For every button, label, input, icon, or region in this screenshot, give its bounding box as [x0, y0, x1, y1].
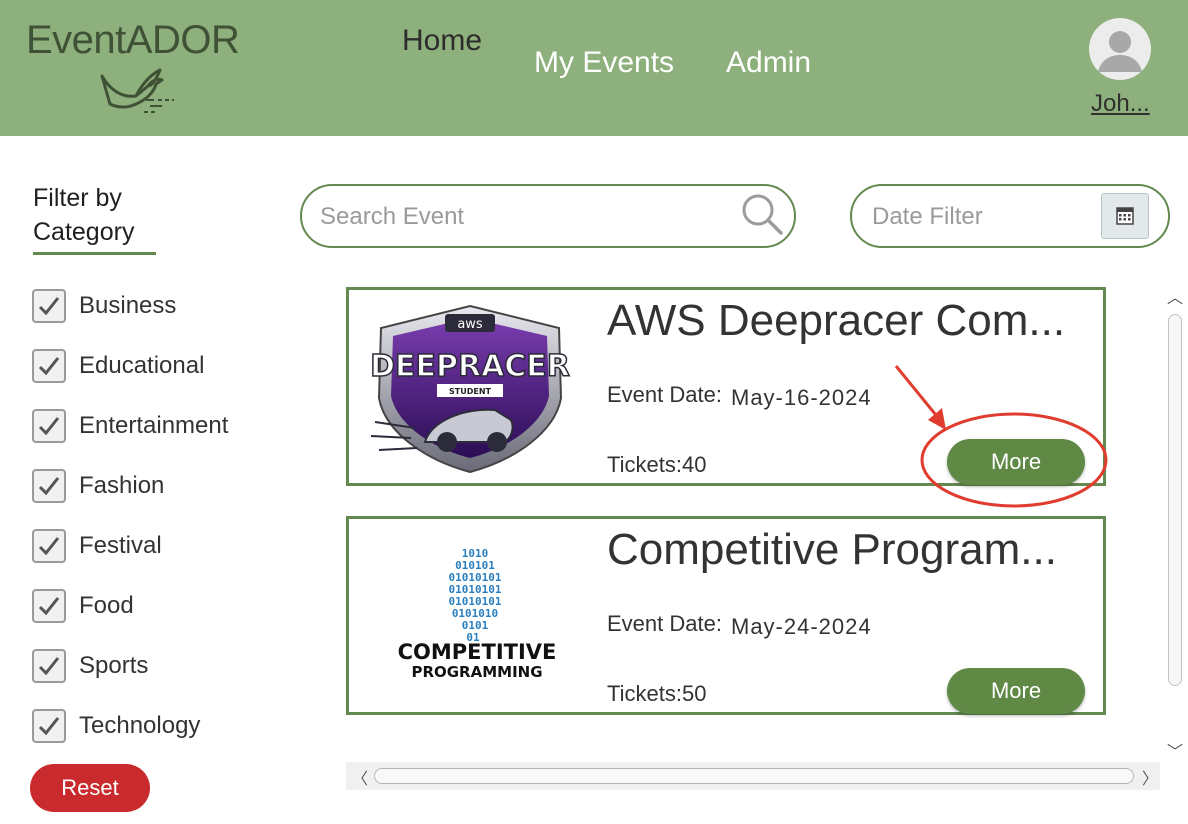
- category-label: Fashion: [79, 472, 165, 499]
- user-avatar-icon[interactable]: [1089, 18, 1151, 80]
- event-date-value: May-16-2024: [731, 385, 872, 410]
- logo-main-text: DEEPRACER: [370, 349, 570, 384]
- checkbox-fashion[interactable]: [32, 469, 66, 503]
- scroll-left-arrow-icon[interactable]: 〈: [352, 765, 368, 789]
- checkbox-entertainment[interactable]: [32, 409, 66, 443]
- calendar-icon: [1116, 207, 1134, 225]
- filter-by-category-heading: Filter by Category: [33, 181, 134, 249]
- date-filter-input[interactable]: [872, 198, 1097, 236]
- checkmark-icon: [38, 537, 60, 556]
- event-title: Competitive Program...: [607, 525, 1057, 574]
- checkbox-educational[interactable]: [32, 349, 66, 383]
- more-button[interactable]: More: [947, 439, 1085, 485]
- nav-my-events[interactable]: My Events: [534, 46, 674, 80]
- tickets-value: 50: [681, 681, 707, 706]
- logo-line2: PROGRAMMING: [411, 663, 542, 681]
- event-title: AWS Deepracer Com...: [607, 296, 1066, 345]
- checkmark-icon: [38, 717, 60, 736]
- event-card: 1010 010101 01010101 01010101 01010101 0…: [346, 516, 1106, 715]
- search-input[interactable]: [320, 198, 730, 236]
- user-name-link[interactable]: Joh...: [1091, 90, 1150, 118]
- horizontal-scrollbar[interactable]: 〈 〉: [346, 762, 1160, 790]
- checkmark-icon: [38, 597, 60, 616]
- search-icon[interactable]: [740, 192, 784, 236]
- checkmark-icon: [38, 657, 60, 676]
- event-date-value: May-24-2024: [731, 614, 872, 639]
- category-label: Festival: [79, 532, 162, 559]
- event-tickets: Tickets:40: [607, 452, 706, 478]
- nav-home[interactable]: Home: [402, 24, 482, 58]
- logo-line1: COMPETITIVE: [398, 640, 557, 664]
- logo-aws-text: aws: [457, 317, 483, 332]
- search-box: [300, 184, 796, 248]
- horizontal-scroll-thumb[interactable]: [374, 768, 1134, 784]
- category-fashion[interactable]: Fashion: [32, 468, 164, 504]
- scroll-up-arrow-icon[interactable]: ︿: [1167, 284, 1183, 308]
- category-label: Business: [79, 292, 177, 319]
- checkbox-sports[interactable]: [32, 649, 66, 683]
- filter-title-line1: Filter by: [33, 184, 122, 212]
- dove-logo-icon: [100, 68, 174, 113]
- event-date-label: Event Date:: [607, 611, 722, 636]
- person-icon: [1098, 31, 1142, 72]
- category-business[interactable]: Business: [32, 288, 176, 324]
- reset-button[interactable]: Reset: [30, 764, 150, 812]
- calendar-button[interactable]: [1101, 193, 1149, 239]
- category-food[interactable]: Food: [32, 588, 134, 624]
- category-label: Food: [79, 592, 134, 619]
- deepracer-logo: aws DEEPRACER STUDENT: [365, 302, 575, 474]
- category-sports[interactable]: Sports: [32, 648, 148, 684]
- tickets-label: Tickets:: [607, 452, 682, 477]
- category-label: Technology: [79, 712, 201, 739]
- tickets-value: 40: [681, 452, 707, 477]
- nav-admin[interactable]: Admin: [726, 46, 811, 80]
- checkmark-icon: [38, 417, 60, 436]
- scroll-down-arrow-icon[interactable]: ﹀: [1167, 738, 1183, 762]
- category-festival[interactable]: Festival: [32, 528, 162, 564]
- checkmark-icon: [38, 477, 60, 496]
- category-label: Entertainment: [79, 412, 229, 439]
- deepracer-shield-image: aws DEEPRACER STUDENT: [369, 304, 571, 474]
- event-date-label: Event Date:: [607, 382, 722, 407]
- event-card: aws DEEPRACER STUDENT AWS Deepracer Com.…: [346, 287, 1106, 486]
- category-label: Educational: [79, 352, 205, 379]
- brand-name: EventADOR: [26, 18, 240, 62]
- category-technology[interactable]: Technology: [32, 708, 200, 744]
- checkbox-technology[interactable]: [32, 709, 66, 743]
- checkbox-festival[interactable]: [32, 529, 66, 563]
- checkmark-icon: [38, 357, 60, 376]
- app-header: EventADOR Home My Events Admin Joh...: [0, 0, 1188, 136]
- tickets-label: Tickets:: [607, 681, 682, 706]
- logo-sub-text: STUDENT: [449, 387, 492, 396]
- event-tickets: Tickets:50: [607, 681, 706, 707]
- more-button[interactable]: More: [947, 668, 1085, 714]
- category-entertainment[interactable]: Entertainment: [32, 408, 228, 444]
- filter-heading-underline: [33, 252, 156, 255]
- category-educational[interactable]: Educational: [32, 348, 204, 384]
- checkbox-food[interactable]: [32, 589, 66, 623]
- vertical-scrollbar[interactable]: ︿ ﹀: [1163, 284, 1188, 762]
- competitive-programming-image: 1010 010101 01010101 01010101 01010101 0…: [398, 547, 557, 681]
- checkmark-icon: [38, 297, 60, 316]
- scroll-right-arrow-icon[interactable]: 〉: [1142, 765, 1158, 789]
- filter-title-line2: Category: [33, 218, 135, 246]
- event-list: aws DEEPRACER STUDENT AWS Deepracer Com.…: [346, 286, 1160, 760]
- competitive-programming-logo: 1010 010101 01010101 01010101 01010101 0…: [365, 533, 575, 703]
- vertical-scroll-thumb[interactable]: [1168, 314, 1182, 686]
- checkbox-business[interactable]: [32, 289, 66, 323]
- category-label: Sports: [79, 652, 149, 679]
